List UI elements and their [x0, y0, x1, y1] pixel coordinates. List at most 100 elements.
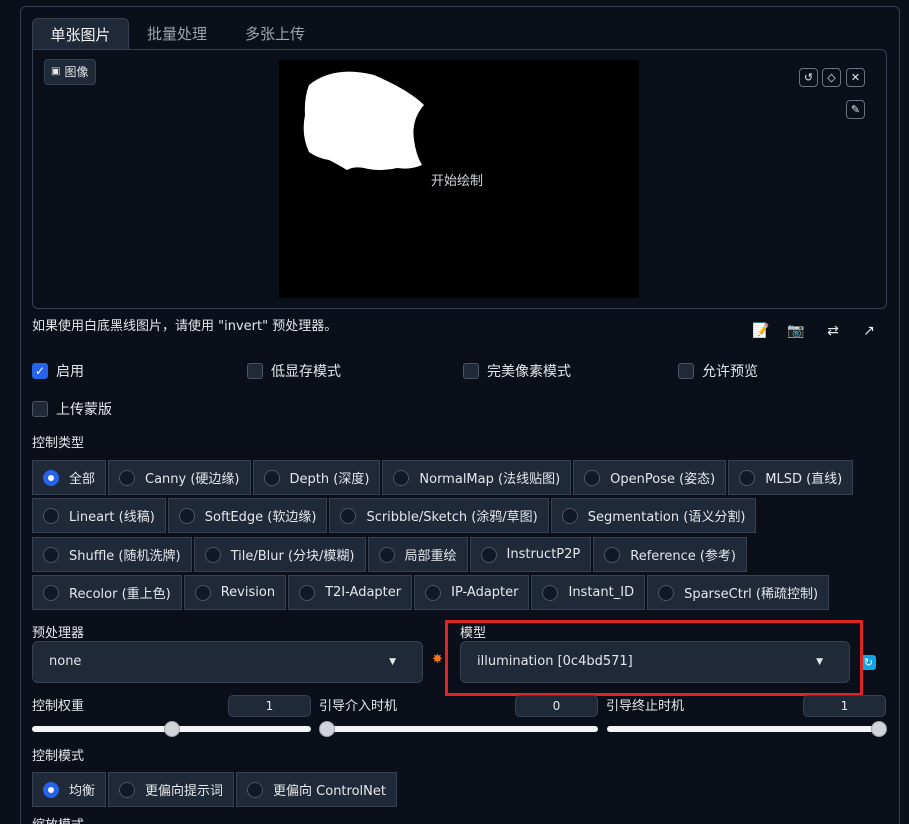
guidance-start-thumb[interactable] — [319, 721, 335, 737]
camera-icon[interactable]: 📷 — [787, 322, 805, 340]
tab-batch[interactable]: 批量处理 — [147, 18, 207, 50]
close-icon[interactable]: ✕ — [846, 68, 865, 87]
send-icon[interactable]: ↗ — [860, 322, 878, 340]
radio-dot — [658, 584, 675, 601]
guidance-end-thumb[interactable] — [871, 721, 887, 737]
radio-dot — [739, 469, 756, 486]
enable-label: 启用 — [56, 364, 84, 380]
control-type-option[interactable]: InstructP2P — [469, 537, 592, 572]
pen-icon[interactable]: ✎ — [846, 100, 865, 119]
control-mode-option[interactable]: 更偏向提示词 — [108, 772, 235, 807]
radio-dot — [542, 584, 559, 601]
canvas-hint: 开始绘制 — [431, 174, 484, 189]
resize-mode-label: 缩放模式 — [32, 814, 84, 824]
guidance-end-slider[interactable] — [607, 726, 886, 732]
checkbox-box — [678, 363, 694, 379]
control-weight-thumb[interactable] — [164, 721, 180, 737]
control-type-option[interactable]: OpenPose (姿态) — [573, 460, 727, 495]
radio-dot — [480, 546, 497, 563]
drawing-canvas[interactable]: 开始绘制 — [279, 60, 639, 298]
control-type-option[interactable]: Tile/Blur (分块/模糊) — [193, 537, 366, 572]
radio-dot — [263, 469, 280, 486]
eraser-icon[interactable]: ◇ — [822, 68, 841, 87]
radio-dot — [43, 469, 59, 486]
upload-mask-checkbox[interactable]: 上传蒙版 — [32, 400, 112, 418]
option-label: 更偏向提示词 — [145, 784, 224, 799]
edit-icon[interactable]: 📝 — [752, 322, 770, 340]
guidance-end-input[interactable]: 1 — [803, 695, 886, 717]
control-type-option[interactable]: Depth (深度) — [252, 460, 381, 495]
image-label-text: 图像 — [64, 65, 89, 79]
low-vram-label: 低显存模式 — [271, 364, 341, 380]
control-type-label: 控制类型 — [32, 436, 85, 451]
radio-dot — [119, 469, 136, 486]
preprocessor-label: 预处理器 — [32, 626, 85, 641]
guidance-end-label: 引导终止时机 — [606, 699, 685, 714]
allow-preview-checkbox[interactable]: 允许预览 — [678, 362, 758, 380]
refresh-icon[interactable]: ↻ — [861, 655, 876, 670]
option-label: MLSD (直线) — [765, 472, 843, 487]
control-mode-option[interactable]: 更偏向 ControlNet — [236, 772, 397, 807]
control-type-option[interactable]: MLSD (直线) — [728, 460, 854, 495]
checkbox-box — [247, 363, 263, 379]
option-label: InstructP2P — [506, 547, 581, 562]
control-type-row-2: Lineart (线稿) SoftEdge (软边缘) Scribble/Ske… — [32, 498, 758, 533]
control-type-option[interactable]: Shuffle (随机洗牌) — [32, 537, 192, 572]
control-type-option[interactable]: SoftEdge (软边缘) — [167, 498, 328, 533]
radio-dot — [584, 469, 601, 486]
radio-dot — [604, 546, 621, 563]
option-label: NormalMap (法线贴图) — [419, 472, 561, 487]
allow-preview-label: 允许预览 — [702, 364, 758, 380]
control-mode-option[interactable]: 均衡 — [32, 772, 107, 807]
control-type-option[interactable]: Lineart (线稿) — [32, 498, 166, 533]
run-preprocessor-icon[interactable]: ✸ — [432, 652, 443, 667]
tab-multi-upload[interactable]: 多张上传 — [245, 18, 305, 50]
control-type-option[interactable]: Canny (硬边缘) — [108, 460, 251, 495]
undo-icon[interactable]: ↺ — [799, 68, 818, 87]
radio-dot — [43, 507, 59, 524]
control-type-option[interactable]: Revision — [183, 575, 287, 610]
guidance-start-input[interactable]: 0 — [515, 695, 598, 717]
control-type-option[interactable]: 全部 — [32, 460, 107, 495]
image-icon: ▣ — [51, 66, 61, 77]
radio-dot — [119, 781, 136, 798]
enable-checkbox[interactable]: ✓ 启用 — [32, 362, 84, 380]
option-label: Tile/Blur (分块/模糊) — [230, 549, 355, 564]
option-label: Shuffle (随机洗牌) — [69, 549, 181, 564]
preprocessor-value: none — [49, 654, 82, 669]
control-type-option[interactable]: T2I-Adapter — [288, 575, 413, 610]
radio-dot — [43, 781, 59, 798]
control-mode-row: 均衡 更偏向提示词 更偏向 ControlNet — [32, 772, 399, 807]
control-type-row-4: Recolor (重上色) Revision T2I-Adapter IP-Ad… — [32, 575, 831, 610]
tab-single-image[interactable]: 单张图片 — [32, 18, 129, 50]
control-type-option[interactable]: Segmentation (语义分割) — [550, 498, 757, 533]
control-type-option[interactable]: IP-Adapter — [414, 575, 530, 610]
swap-icon[interactable]: ⇄ — [824, 322, 842, 340]
control-type-option[interactable]: 局部重绘 — [367, 537, 468, 572]
option-label: 均衡 — [69, 784, 96, 799]
radio-dot — [247, 781, 264, 798]
control-type-option[interactable]: Reference (参考) — [593, 537, 747, 572]
option-label: SoftEdge (软边缘) — [204, 510, 317, 525]
control-type-option[interactable]: NormalMap (法线贴图) — [382, 460, 572, 495]
radio-dot — [204, 546, 221, 563]
option-label: 更偏向 ControlNet — [273, 784, 386, 799]
chevron-down-icon: ▼ — [389, 657, 396, 667]
option-label: IP-Adapter — [451, 585, 519, 600]
control-type-option[interactable]: Recolor (重上色) — [32, 575, 182, 610]
radio-dot — [194, 584, 211, 601]
control-type-option[interactable]: Scribble/Sketch (涂鸦/草图) — [329, 498, 549, 533]
low-vram-checkbox[interactable]: 低显存模式 — [247, 362, 341, 380]
control-type-option[interactable]: Instant_ID — [531, 575, 646, 610]
preprocessor-dropdown[interactable]: none ▼ — [32, 641, 423, 683]
checkbox-box — [32, 401, 48, 417]
pixel-perfect-label: 完美像素模式 — [487, 364, 571, 380]
radio-dot — [299, 584, 316, 601]
control-weight-input[interactable]: 1 — [228, 695, 311, 717]
radio-dot — [425, 584, 442, 601]
pixel-perfect-checkbox[interactable]: 完美像素模式 — [463, 362, 571, 380]
option-label: 局部重绘 — [404, 549, 457, 564]
control-type-option[interactable]: SparseCtrl (稀疏控制) — [647, 575, 830, 610]
invert-note: 如果使用白底黑线图片，请使用 "invert" 预处理器。 — [32, 319, 338, 334]
guidance-start-slider[interactable] — [320, 726, 598, 732]
